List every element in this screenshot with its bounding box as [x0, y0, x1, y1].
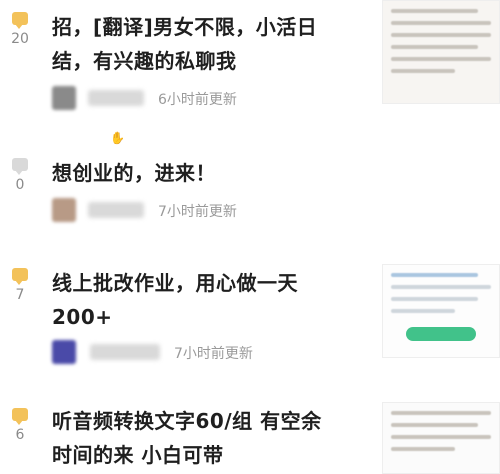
- post-thumbnail[interactable]: [382, 0, 500, 104]
- author-name[interactable]: [88, 202, 144, 218]
- post-item[interactable]: 7 线上批改作业，用心做一天 200+ 7小时前更新: [0, 252, 500, 382]
- post-feed: 20 招，[翻译]男女不限，小活日 结，有兴趣的私聊我 6小时前更新 ✋ 0 想…: [0, 0, 500, 474]
- avatar[interactable]: [52, 198, 76, 222]
- update-time: 7小时前更新: [174, 346, 253, 362]
- comment-count: 7: [15, 287, 25, 303]
- comment-icon: [12, 408, 28, 425]
- post-title[interactable]: 线上批改作业，用心做一天 200+: [52, 266, 298, 334]
- post-item[interactable]: 0 想创业的，进来！ 7小时前更新: [0, 140, 500, 252]
- comment-column: 6: [0, 382, 40, 443]
- post-title-line: 招，[翻译]男女不限，小活日: [52, 15, 318, 39]
- comment-column: 7: [0, 252, 40, 303]
- comment-column: 20: [0, 0, 40, 47]
- post-thumbnail[interactable]: [382, 264, 500, 358]
- post-title[interactable]: 听音频转换文字60/组 有空余 时间的来 小白可带: [52, 404, 322, 472]
- comment-column: 0: [0, 140, 40, 193]
- comment-count: 0: [15, 177, 25, 193]
- comment-icon: [12, 158, 28, 175]
- post-meta: 7小时前更新: [52, 340, 332, 368]
- comment-icon: [12, 268, 28, 285]
- comment-count: 20: [11, 31, 29, 47]
- update-time: 6小时前更新: [158, 92, 237, 108]
- post-item[interactable]: 20 招，[翻译]男女不限，小活日 结，有兴趣的私聊我 6小时前更新: [0, 0, 500, 140]
- post-item[interactable]: 6 听音频转换文字60/组 有空余 时间的来 小白可带: [0, 382, 500, 474]
- update-time: 7小时前更新: [158, 204, 237, 220]
- comment-count: 6: [15, 427, 25, 443]
- post-title-line: 听音频转换文字60/组 有空余: [52, 409, 322, 433]
- post-title-line: 200+: [52, 305, 113, 329]
- post-title-line: 线上批改作业，用心做一天: [52, 271, 298, 295]
- avatar[interactable]: [52, 340, 76, 364]
- post-meta: 7小时前更新: [52, 198, 312, 226]
- post-title[interactable]: 想创业的，进来！: [52, 156, 216, 190]
- post-title-line: 时间的来 小白可带: [52, 443, 224, 467]
- post-meta: 6小时前更新: [52, 86, 312, 114]
- comment-icon: [12, 12, 28, 29]
- author-name[interactable]: [88, 90, 144, 106]
- author-name[interactable]: [90, 344, 160, 360]
- avatar[interactable]: [52, 86, 76, 110]
- post-title-line: 结，有兴趣的私聊我: [52, 49, 237, 73]
- post-title-line: 想创业的，进来！: [52, 161, 216, 185]
- post-thumbnail[interactable]: [382, 402, 500, 474]
- post-title[interactable]: 招，[翻译]男女不限，小活日 结，有兴趣的私聊我: [52, 10, 317, 78]
